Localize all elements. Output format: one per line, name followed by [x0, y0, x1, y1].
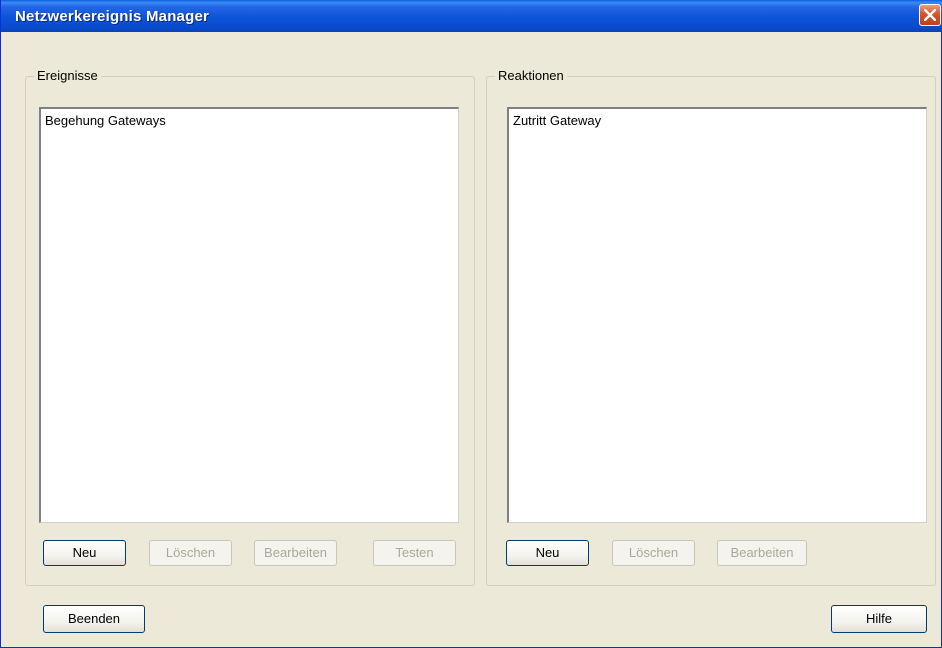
- window-title: Netzwerkereignis Manager: [15, 8, 210, 25]
- events-delete-button[interactable]: Löschen: [149, 540, 232, 566]
- events-test-button[interactable]: Testen: [373, 540, 456, 566]
- close-button[interactable]: [919, 4, 941, 26]
- reactions-new-button[interactable]: Neu: [506, 540, 589, 566]
- dialog-window: Netzwerkereignis Manager Ereignisse Bege…: [0, 0, 942, 648]
- list-item[interactable]: Begehung Gateways: [45, 113, 166, 129]
- reactions-group-label: Reaktionen: [495, 68, 567, 84]
- close-icon: [924, 9, 936, 21]
- events-edit-button[interactable]: Bearbeiten: [254, 540, 337, 566]
- reactions-group: Reaktionen Zutritt Gateway Neu Löschen B…: [486, 68, 936, 586]
- help-button[interactable]: Hilfe: [831, 605, 927, 633]
- list-item[interactable]: Zutritt Gateway: [513, 113, 601, 129]
- events-new-button[interactable]: Neu: [43, 540, 126, 566]
- events-group-label: Ereignisse: [34, 68, 101, 84]
- reactions-edit-button[interactable]: Bearbeiten: [717, 540, 807, 566]
- events-group: Ereignisse Begehung Gateways Neu Löschen…: [25, 68, 475, 586]
- reactions-delete-button[interactable]: Löschen: [612, 540, 695, 566]
- title-bar[interactable]: Netzwerkereignis Manager: [1, 0, 942, 32]
- reactions-listbox[interactable]: Zutritt Gateway: [507, 107, 927, 523]
- exit-button[interactable]: Beenden: [43, 605, 145, 633]
- events-listbox[interactable]: Begehung Gateways: [39, 107, 459, 523]
